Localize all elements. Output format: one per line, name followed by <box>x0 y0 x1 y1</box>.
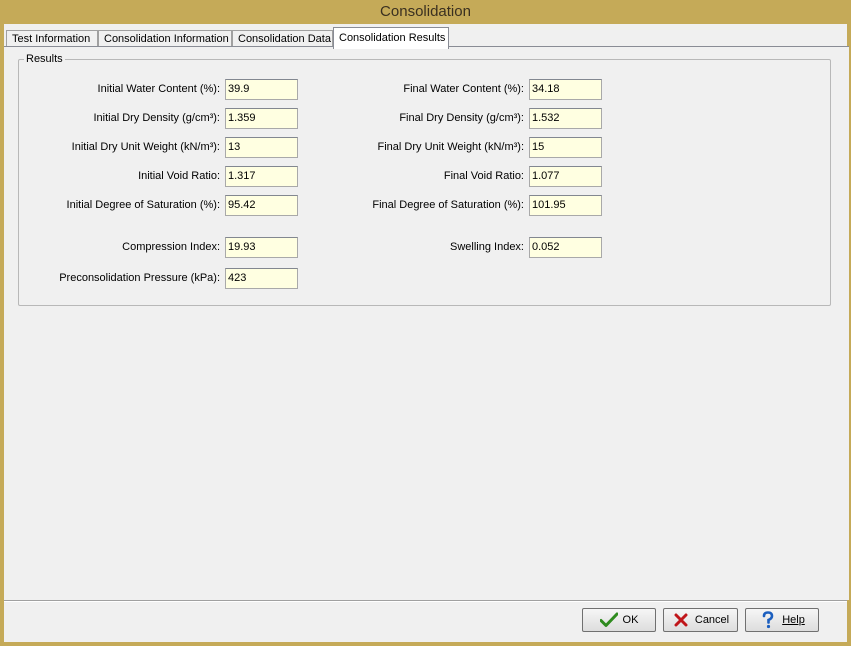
check-icon <box>599 611 618 629</box>
ok-button[interactable]: OK <box>582 608 656 632</box>
final-dry-unit-weight-label: Final Dry Unit Weight (kN/m³): <box>377 141 524 153</box>
initial-dry-density-field[interactable]: 1.359 <box>225 108 298 129</box>
initial-dry-unit-weight-label: Initial Dry Unit Weight (kN/m³): <box>71 141 220 153</box>
final-void-ratio-label: Final Void Ratio: <box>443 170 524 182</box>
consolidation-results-page: Results Initial Water Content (%): 39.9 … <box>4 46 849 600</box>
initial-dry-unit-weight-field[interactable]: 13 <box>225 137 298 158</box>
results-group-title: Results <box>24 53 65 65</box>
final-degree-of-saturation-label: Final Degree of Saturation (%): <box>372 199 524 211</box>
initial-void-ratio-label: Initial Void Ratio: <box>138 170 220 182</box>
final-dry-unit-weight-field[interactable]: 15 <box>529 137 602 158</box>
preconsolidation-pressure-field[interactable]: 423 <box>225 268 298 289</box>
tab-strip: Test Information Consolidation Informati… <box>4 26 847 49</box>
final-dry-density-field[interactable]: 1.532 <box>529 108 602 129</box>
final-degree-of-saturation-field[interactable]: 101.95 <box>529 195 602 216</box>
footer-separator <box>4 600 847 602</box>
ok-button-label: OK <box>622 614 639 626</box>
compression-index-label: Compression Index: <box>122 241 220 253</box>
initial-degree-of-saturation-field[interactable]: 95.42 <box>225 195 298 216</box>
final-void-ratio-field[interactable]: 1.077 <box>529 166 602 187</box>
initial-water-content-field[interactable]: 39.9 <box>225 79 298 100</box>
final-water-content-field[interactable]: 34.18 <box>529 79 602 100</box>
help-button[interactable]: Help <box>745 608 819 632</box>
question-icon <box>759 611 777 629</box>
cancel-button-label: Cancel <box>694 614 730 626</box>
dialog-client-area: Test Information Consolidation Informati… <box>4 24 849 642</box>
tab-consolidation-results[interactable]: Consolidation Results <box>333 27 449 49</box>
preconsolidation-pressure-label: Preconsolidation Pressure (kPa): <box>59 272 220 284</box>
final-dry-density-label: Final Dry Density (g/cm³): <box>399 112 524 124</box>
cancel-button[interactable]: Cancel <box>663 608 738 632</box>
swelling-index-label: Swelling Index: <box>450 241 524 253</box>
swelling-index-field[interactable]: 0.052 <box>529 237 602 258</box>
initial-water-content-label: Initial Water Content (%): <box>97 83 220 95</box>
x-icon <box>672 611 690 629</box>
dialog-window: Consolidation Test Information Consolida… <box>0 0 851 646</box>
initial-void-ratio-field[interactable]: 1.317 <box>225 166 298 187</box>
compression-index-field[interactable]: 19.93 <box>225 237 298 258</box>
initial-degree-of-saturation-label: Initial Degree of Saturation (%): <box>66 199 220 211</box>
initial-dry-density-label: Initial Dry Density (g/cm³): <box>93 112 220 124</box>
help-button-label: Help <box>782 614 805 626</box>
final-water-content-label: Final Water Content (%): <box>403 83 524 95</box>
window-title: Consolidation <box>380 3 471 20</box>
